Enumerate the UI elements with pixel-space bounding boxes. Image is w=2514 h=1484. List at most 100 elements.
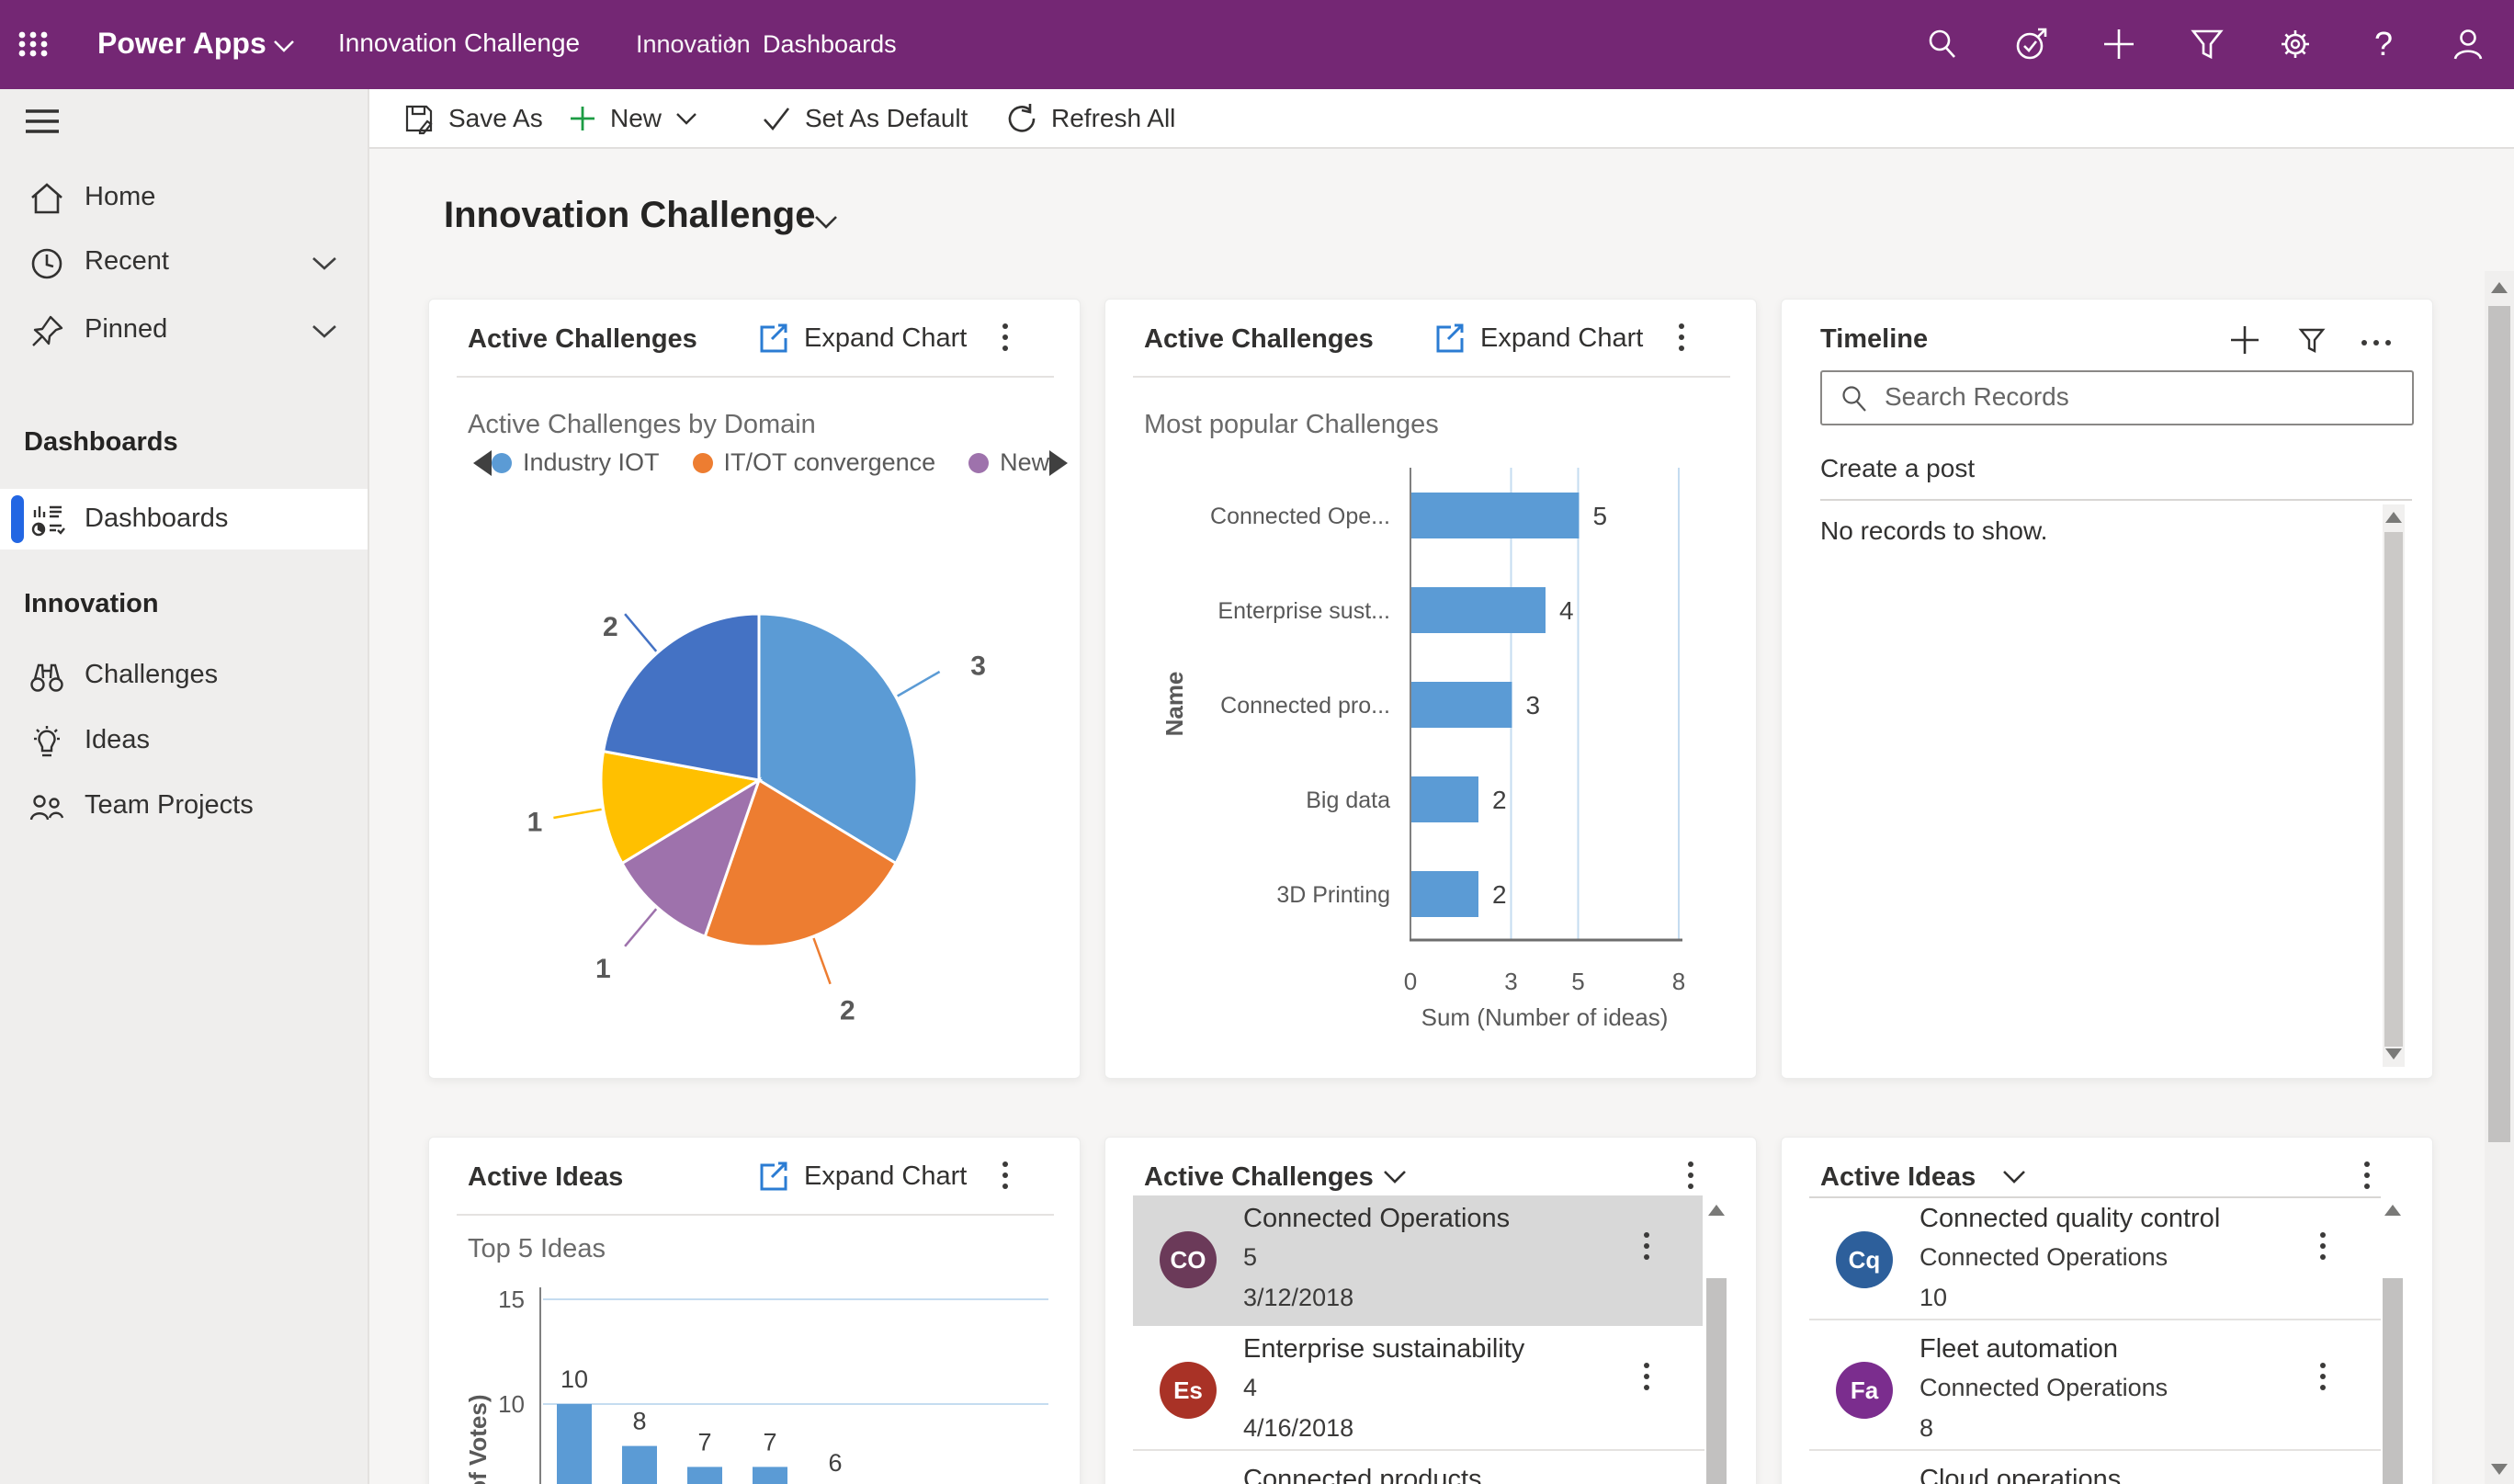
bar[interactable] <box>1411 776 1478 822</box>
list-item[interactable]: Fa Fleet automation Connected Operations 8 <box>1782 1326 2379 1456</box>
site-navigation: Home Recent Pinned Dashboards Dashboards… <box>0 89 369 1484</box>
y-axis-title: Name <box>1161 672 1188 737</box>
pin-icon <box>32 315 63 346</box>
scrollbar-thumb[interactable] <box>2384 532 2403 1047</box>
timeline-search-input[interactable] <box>1883 378 2401 416</box>
list-item-title: Fleet automation <box>1919 1334 2119 1364</box>
sidebar-item-team-projects[interactable]: Team Projects <box>0 776 368 838</box>
list-item-detail: 4/16/2018 <box>1243 1414 1354 1442</box>
sidebar-item-home[interactable]: Home <box>0 167 368 230</box>
list-item[interactable]: Cq Connected quality control Connected Ope… <box>1782 1195 2379 1326</box>
scroll-down-icon[interactable] <box>2385 1048 2402 1059</box>
view-selector-chevron-icon[interactable] <box>1381 1168 1409 1186</box>
list-item-title: Connected quality control <box>1919 1204 2221 1233</box>
save-as-button[interactable]: Save As <box>402 89 543 147</box>
refresh-all-button[interactable]: Refresh All <box>1005 89 1175 147</box>
bar[interactable] <box>687 1467 722 1484</box>
view-selector-chevron-icon[interactable] <box>2000 1168 2028 1186</box>
scroll-up-icon[interactable] <box>1708 1205 1725 1216</box>
sidebar-item-challenges[interactable]: Challenges <box>0 645 368 708</box>
sidebar-section-dashboards: Dashboards <box>24 427 178 457</box>
list-item[interactable]: Es Enterprise sustainability 4 4/16/2018 <box>1105 1326 1703 1456</box>
list-item-more-options-icon[interactable] <box>2320 1374 2326 1379</box>
list-scrollbar[interactable] <box>2381 1195 2405 1484</box>
card-active-challenges-list: Active Challenges CO Connected Operations… <box>1104 1137 1757 1484</box>
bar[interactable] <box>1411 682 1512 728</box>
breadcrumb-current[interactable]: Dashboards <box>763 30 897 59</box>
avatar: Es <box>1160 1362 1217 1419</box>
new-button[interactable]: New <box>568 89 698 147</box>
scroll-up-icon[interactable] <box>2385 512 2402 523</box>
bar[interactable] <box>1411 587 1546 633</box>
scroll-down-icon[interactable] <box>2491 1464 2508 1475</box>
bar[interactable] <box>557 1404 592 1484</box>
sidebar-item-dashboards[interactable]: Dashboards <box>0 489 368 551</box>
breadcrumb-separator: › <box>728 26 737 56</box>
sidebar-item-recent[interactable]: Recent <box>0 232 368 294</box>
timeline-add-icon[interactable] <box>2228 323 2261 357</box>
settings-gear-icon[interactable] <box>2275 24 2316 64</box>
sidebar-item-pinned[interactable]: Pinned <box>0 300 368 362</box>
chevron-down-icon[interactable] <box>311 255 338 272</box>
filter-icon[interactable] <box>2187 24 2227 64</box>
bar[interactable] <box>622 1445 657 1484</box>
timeline-scrollbar[interactable] <box>2383 504 2405 1067</box>
run-check-icon[interactable] <box>2010 24 2051 64</box>
waffle-menu-icon[interactable] <box>13 24 53 64</box>
add-icon[interactable] <box>2099 24 2139 64</box>
card-title[interactable]: Active Challenges <box>1144 1162 1374 1193</box>
bar[interactable] <box>1411 493 1580 538</box>
svg-text:?: ? <box>2374 25 2393 62</box>
category-label: Connected pro... <box>1220 693 1390 719</box>
list-item-detail: Connected Operations <box>1919 1243 2169 1271</box>
list-item-more-options-icon[interactable] <box>1644 1374 1649 1379</box>
list-item[interactable]: CoCloud operations <box>1782 1456 2379 1484</box>
scroll-up-icon[interactable] <box>2384 1205 2401 1216</box>
scroll-up-icon[interactable] <box>2491 282 2508 293</box>
sidebar-item-label: Ideas <box>85 725 150 754</box>
app-name[interactable]: Power Apps <box>97 27 266 61</box>
page-scrollbar[interactable] <box>2485 271 2514 1484</box>
list-item-detail: 10 <box>1919 1284 1948 1311</box>
refresh-icon <box>1008 103 1036 132</box>
x-tick-label: 3 <box>1504 968 1517 995</box>
timeline-more-options-icon[interactable] <box>2373 340 2379 346</box>
page-title-chevron-icon[interactable] <box>812 213 840 232</box>
list-scrollbar[interactable] <box>1704 1195 1728 1484</box>
bar[interactable] <box>753 1467 787 1484</box>
scrollbar-thumb[interactable] <box>2488 306 2510 1142</box>
set-as-default-button[interactable]: Set As Default <box>761 89 968 147</box>
list-item[interactable]: CO Connected Operations 5 3/12/2018 <box>1105 1195 1703 1326</box>
sidebar-item-ideas[interactable]: Ideas <box>0 710 368 773</box>
list-item-detail: 3/12/2018 <box>1243 1284 1354 1311</box>
bar[interactable] <box>1411 871 1478 917</box>
clock-icon <box>31 248 62 279</box>
app-chevron-down-icon[interactable] <box>272 39 296 53</box>
category-label: 3D Printing <box>1276 882 1390 908</box>
selected-indicator <box>11 495 24 543</box>
list-item-title: Enterprise sustainability <box>1243 1334 1525 1364</box>
chevron-down-icon[interactable] <box>311 323 338 340</box>
help-icon[interactable]: ? <box>2363 24 2404 64</box>
hamburger-menu-icon[interactable] <box>24 106 61 137</box>
list-item-more-options-icon[interactable] <box>2320 1243 2326 1249</box>
search-icon[interactable] <box>1922 24 1963 64</box>
pie-data-label: 1 <box>595 954 611 984</box>
category-label: Connected Ope... <box>1210 504 1390 529</box>
list-item-detail: 8 <box>1919 1414 1934 1442</box>
environment-name[interactable]: Innovation Challenge <box>338 28 580 58</box>
scrollbar-thumb[interactable] <box>1706 1278 1727 1484</box>
card-more-options-icon[interactable] <box>2364 1172 2370 1178</box>
card-timeline: Timeline Create a post No records to sho… <box>1781 299 2433 1079</box>
scrollbar-thumb[interactable] <box>2383 1278 2403 1484</box>
timeline-filter-icon[interactable] <box>2296 325 2327 357</box>
card-title[interactable]: Active Ideas <box>1820 1162 1976 1193</box>
list-item[interactable]: CpConnected products <box>1105 1456 1703 1484</box>
avatar: CO <box>1160 1231 1217 1288</box>
page-title[interactable]: Innovation Challenge <box>444 195 815 236</box>
account-icon[interactable] <box>2448 24 2488 64</box>
list-item-more-options-icon[interactable] <box>1644 1243 1649 1249</box>
category-label: Big data <box>1306 787 1390 813</box>
pie-slice[interactable] <box>601 612 761 782</box>
card-more-options-icon[interactable] <box>1688 1172 1693 1178</box>
